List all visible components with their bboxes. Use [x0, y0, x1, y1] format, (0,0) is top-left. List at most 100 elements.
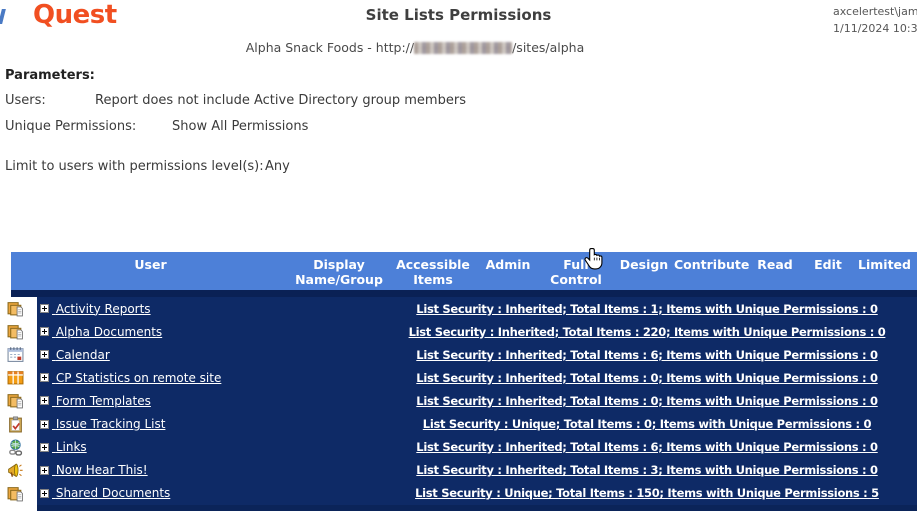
column-header-display-name-group[interactable]: Display Name/Group	[290, 257, 388, 287]
row-icon-gutter	[0, 343, 37, 366]
list-security-link[interactable]: List Security : Inherited; Total Items :…	[409, 325, 886, 339]
expand-plus-icon[interactable]	[40, 443, 49, 452]
document-library-icon	[7, 323, 24, 340]
permission-levels-value: Any	[265, 159, 290, 174]
column-header-user[interactable]: User	[11, 257, 290, 272]
row-icon-gutter	[0, 320, 37, 343]
list-security-cell: List Security : Inherited; Total Items :…	[377, 459, 917, 482]
list-name-link[interactable]: Calendar	[52, 348, 110, 362]
column-header-accessible-items[interactable]: Accessible Items	[388, 257, 478, 287]
parameter-users: Users: Report does not include Active Di…	[0, 93, 917, 109]
parameter-permission-levels: Limit to users with permissions level(s)…	[0, 159, 917, 175]
list-security-link[interactable]: List Security : Inherited; Total Items :…	[416, 463, 877, 477]
column-header-edit[interactable]: Edit	[804, 257, 852, 272]
document-library-icon	[7, 485, 24, 502]
list-name-cell: Alpha Documents	[37, 320, 377, 343]
list-security-cell: List Security : Unique; Total Items : 0;…	[377, 412, 917, 435]
expand-plus-icon[interactable]	[40, 304, 49, 313]
list-name-link[interactable]: Links	[52, 440, 87, 454]
datasheet-icon	[7, 369, 24, 386]
site-name-and-url-prefix: Alpha Snack Foods - http://	[246, 40, 414, 55]
table-row: Links List Security : Inherited; Total I…	[0, 436, 917, 459]
list-security-cell: List Security : Inherited; Total Items :…	[377, 366, 917, 389]
parameters-heading: Parameters:	[5, 68, 95, 83]
list-name-link[interactable]: Alpha Documents	[52, 325, 162, 339]
header-divider	[11, 290, 917, 297]
list-name-link[interactable]: Shared Documents	[52, 486, 170, 500]
table-footer-strip	[37, 505, 917, 511]
document-library-icon	[7, 392, 24, 409]
report-meta: axcelertest\james 1/11/2024 10:34:	[833, 3, 917, 37]
list-security-cell: List Security : Inherited; Total Items :…	[377, 297, 917, 320]
column-header-limited[interactable]: Limited	[852, 257, 917, 272]
issue-tracking-icon	[7, 416, 24, 433]
row-icon-gutter	[0, 297, 37, 320]
run-by-user: axcelertest\james	[833, 3, 917, 20]
list-name-link[interactable]: Form Templates	[52, 394, 151, 408]
table-row: CP Statistics on remote site List Securi…	[0, 366, 917, 389]
row-icon-gutter	[0, 412, 37, 435]
list-name-cell: Now Hear This!	[37, 459, 377, 482]
column-header-contribute[interactable]: Contribute	[674, 257, 746, 272]
expand-plus-icon[interactable]	[40, 350, 49, 359]
list-security-link[interactable]: List Security : Inherited; Total Items :…	[416, 348, 877, 362]
expand-plus-icon[interactable]	[40, 489, 49, 498]
expand-plus-icon[interactable]	[40, 327, 49, 336]
links-icon	[7, 439, 24, 456]
column-header-admin[interactable]: Admin	[478, 257, 538, 272]
unique-permissions-label: Unique Permissions:	[5, 119, 136, 134]
parameter-unique-permissions: Unique Permissions: Show All Permissions	[0, 119, 917, 135]
table-row: Form Templates List Security : Inherited…	[0, 389, 917, 412]
list-security-link[interactable]: List Security : Inherited; Total Items :…	[416, 371, 877, 385]
expand-plus-icon[interactable]	[40, 466, 49, 475]
list-name-link[interactable]: Activity Reports	[52, 302, 151, 316]
redacted-url-segment	[414, 42, 512, 54]
expand-plus-icon[interactable]	[40, 420, 49, 429]
list-security-link[interactable]: List Security : Inherited; Total Items :…	[416, 302, 877, 316]
column-header-full-control[interactable]: Full Control	[538, 257, 614, 287]
report-page: { "brand": {"name": "Quest"}, "report": …	[0, 0, 917, 514]
calendar-icon	[7, 346, 24, 363]
list-name-cell: Calendar	[37, 343, 377, 366]
table-row: Calendar List Security : Inherited; Tota…	[0, 343, 917, 366]
run-timestamp: 1/11/2024 10:34:	[833, 20, 917, 37]
table-row: Shared Documents List Security : Unique;…	[0, 482, 917, 505]
column-header-design[interactable]: Design	[614, 257, 674, 272]
table-row: Alpha Documents List Security : Inherite…	[0, 320, 917, 343]
list-name-cell: Issue Tracking List	[37, 412, 377, 435]
row-icon-gutter	[0, 459, 37, 482]
document-library-icon	[7, 300, 24, 317]
list-name-link[interactable]: Issue Tracking List	[52, 417, 165, 431]
list-name-link[interactable]: Now Hear This!	[52, 463, 148, 477]
list-name-cell: Form Templates	[37, 389, 377, 412]
list-security-cell: List Security : Inherited; Total Items :…	[377, 320, 917, 343]
table-body: Activity Reports List Security : Inherit…	[0, 297, 917, 505]
report-title: Site Lists Permissions	[0, 6, 917, 24]
site-subtitle: Alpha Snack Foods - http:// /sites/alpha	[0, 40, 830, 55]
site-url-suffix: /sites/alpha	[512, 40, 584, 55]
list-security-link[interactable]: List Security : Inherited; Total Items :…	[416, 394, 877, 408]
list-security-cell: List Security : Inherited; Total Items :…	[377, 436, 917, 459]
row-icon-gutter	[0, 366, 37, 389]
list-security-link[interactable]: List Security : Unique; Total Items : 0;…	[423, 417, 871, 431]
expand-plus-icon[interactable]	[40, 373, 49, 382]
table-row: Activity Reports List Security : Inherit…	[0, 297, 917, 320]
users-value: Report does not include Active Directory…	[95, 93, 466, 108]
permission-levels-label: Limit to users with permissions level(s)…	[5, 159, 264, 174]
list-security-link[interactable]: List Security : Inherited; Total Items :…	[416, 440, 877, 454]
unique-permissions-value: Show All Permissions	[172, 119, 308, 134]
column-header-read[interactable]: Read	[746, 257, 804, 272]
list-name-cell: Activity Reports	[37, 297, 377, 320]
users-label: Users:	[5, 93, 46, 108]
expand-plus-icon[interactable]	[40, 396, 49, 405]
row-icon-gutter	[0, 482, 37, 505]
table-row: Now Hear This! List Security : Inherited…	[0, 459, 917, 482]
list-security-link[interactable]: List Security : Unique; Total Items : 15…	[415, 486, 879, 500]
list-security-cell: List Security : Inherited; Total Items :…	[377, 343, 917, 366]
list-name-cell: Links	[37, 436, 377, 459]
table-row: Issue Tracking List List Security : Uniq…	[0, 412, 917, 435]
list-name-cell: CP Statistics on remote site	[37, 366, 377, 389]
list-security-cell: List Security : Inherited; Total Items :…	[377, 389, 917, 412]
table-header: User Display Name/Group Accessible Items…	[11, 252, 917, 290]
list-name-link[interactable]: CP Statistics on remote site	[52, 371, 221, 385]
